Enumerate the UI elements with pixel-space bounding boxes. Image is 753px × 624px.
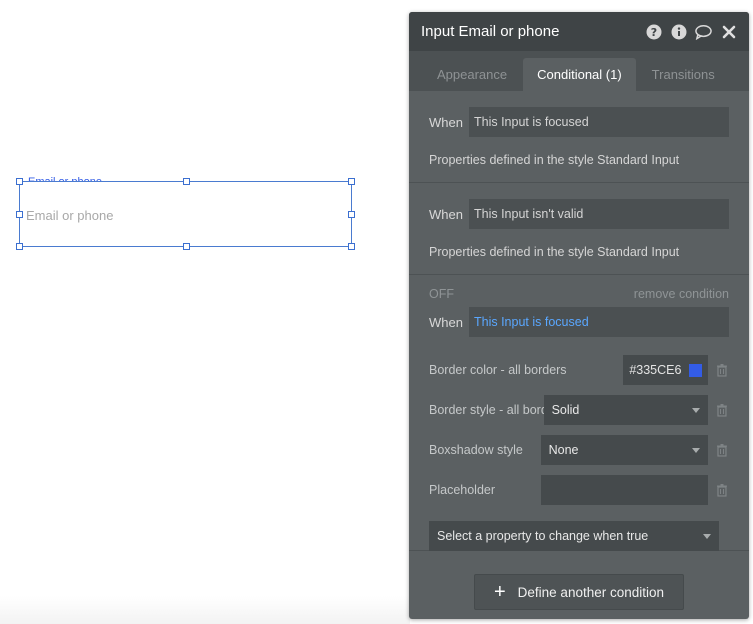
svg-text:?: ? [650, 26, 656, 39]
tab-conditional[interactable]: Conditional (1) [523, 58, 636, 91]
info-icon[interactable] [670, 23, 687, 40]
when-label: When [429, 314, 463, 330]
condition-status[interactable]: OFF [429, 287, 454, 301]
email-input-element[interactable]: Email or phone [19, 181, 352, 247]
caret-down-icon [692, 447, 701, 453]
condition-block: When This Input is focused Properties de… [409, 91, 749, 183]
condition-expression[interactable]: This Input is focused [469, 107, 729, 137]
border-style-value: Solid [551, 403, 580, 417]
style-properties-text: Properties defined in the style Standard… [429, 245, 680, 259]
style-properties-text: Properties defined in the style Standard… [429, 153, 680, 167]
comment-icon[interactable] [695, 23, 712, 40]
panel-header[interactable]: Input Email or phone ? [409, 12, 749, 51]
plus-icon: + [493, 581, 506, 603]
when-label: When [429, 114, 463, 130]
placeholder-label: Placeholder [429, 483, 496, 497]
placeholder-input[interactable] [540, 475, 709, 505]
input-placeholder: Email or phone [26, 208, 114, 223]
resize-handle-sw[interactable] [16, 243, 23, 250]
border-color-value: #335CE6 [629, 363, 682, 377]
caret-down-icon [703, 533, 711, 539]
define-another-condition-label: Define another condition [517, 584, 665, 600]
property-editor-panel: Input Email or phone ? Appearance Condit… [409, 12, 749, 619]
resize-handle-n[interactable] [183, 178, 190, 185]
color-swatch[interactable] [689, 363, 703, 377]
boxshadow-style-label: Boxshadow style [429, 443, 523, 457]
resize-handle-e[interactable] [348, 211, 355, 218]
trash-icon[interactable] [715, 443, 729, 457]
condition-expression[interactable]: This Input is focused [469, 307, 729, 337]
caret-down-icon [692, 407, 701, 413]
trash-icon[interactable] [715, 483, 729, 497]
border-style-dropdown[interactable]: Solid [543, 395, 709, 425]
resize-handle-w[interactable] [16, 211, 23, 218]
remove-condition-link[interactable]: remove condition [634, 287, 729, 301]
panel-title: Input Email or phone [421, 23, 560, 40]
resize-handle-ne[interactable] [348, 178, 355, 185]
resize-handle-se[interactable] [348, 243, 355, 250]
define-another-condition-button[interactable]: + Define another condition [474, 574, 684, 610]
panel-tabs: Appearance Conditional (1) Transitions [409, 51, 749, 91]
close-icon[interactable] [720, 23, 737, 40]
trash-icon[interactable] [715, 363, 729, 377]
tab-transitions[interactable]: Transitions [638, 58, 729, 91]
border-color-input[interactable]: #335CE6 [623, 355, 709, 385]
select-property-dropdown[interactable]: Select a property to change when true [429, 521, 719, 551]
border-color-label: Border color - all borders [429, 363, 567, 377]
condition-expression[interactable]: This Input isn't valid [469, 199, 729, 229]
help-icon[interactable]: ? [645, 23, 662, 40]
trash-icon[interactable] [715, 403, 729, 417]
when-label: When [429, 206, 463, 222]
canvas-footer [0, 596, 410, 624]
resize-handle-nw[interactable] [16, 178, 23, 185]
select-property-label: Select a property to change when true [437, 529, 649, 543]
border-style-label: Border style - all borders [429, 403, 544, 417]
custom-condition-block: OFF remove condition When This Input is … [409, 275, 749, 551]
boxshadow-style-dropdown[interactable]: None [540, 435, 709, 465]
condition-block: When This Input isn't valid Properties d… [409, 183, 749, 275]
tab-appearance[interactable]: Appearance [423, 58, 521, 91]
boxshadow-style-value: None [548, 443, 579, 457]
resize-handle-s[interactable] [183, 243, 190, 250]
